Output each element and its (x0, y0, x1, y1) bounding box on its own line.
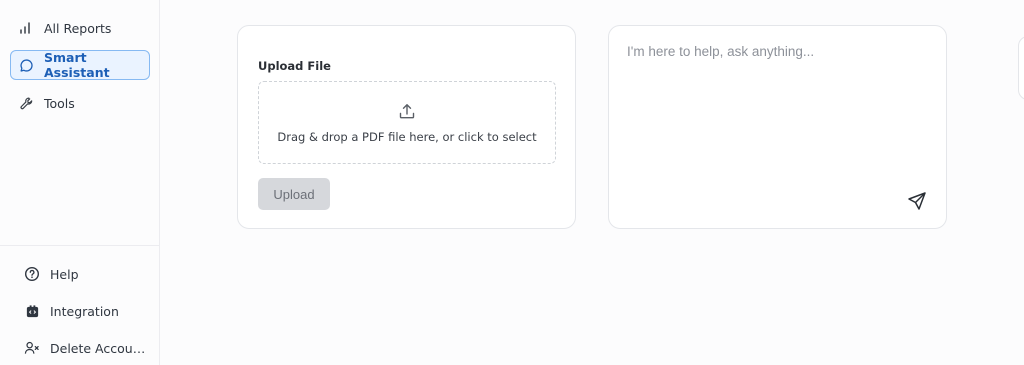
upload-icon (398, 102, 416, 124)
send-icon (907, 191, 927, 215)
sidebar-item-help[interactable]: Help (16, 259, 156, 289)
sidebar-item-label: Smart Assistant (44, 50, 110, 80)
file-dropzone[interactable]: Drag & drop a PDF file here, or click to… (258, 81, 556, 164)
app-root: All Reports Smart Assistant Tools Help I… (0, 0, 1024, 365)
chat-card (608, 25, 947, 229)
sidebar-item-smart-assistant[interactable]: Smart Assistant (10, 50, 150, 80)
sidebar-item-tools[interactable]: Tools (10, 88, 150, 118)
upload-card: Upload File Drag & drop a PDF file here,… (237, 25, 576, 229)
upload-button[interactable]: Upload (258, 178, 330, 210)
side-panel-handle[interactable] (1018, 36, 1024, 100)
sidebar-item-label: Delete Accou… (50, 340, 146, 356)
sidebar-item-label: Help (50, 266, 79, 282)
sidebar-item-delete-account[interactable]: Delete Accou… (16, 333, 156, 363)
integration-icon (24, 303, 40, 319)
dropzone-text: Drag & drop a PDF file here, or click to… (277, 129, 537, 144)
user-remove-icon (24, 340, 40, 356)
sidebar-item-label: All Reports (44, 20, 112, 36)
sidebar-item-integration[interactable]: Integration (16, 296, 156, 326)
sidebar-divider (0, 245, 159, 246)
chat-bubble-icon (19, 57, 34, 73)
sidebar-item-label: Tools (44, 95, 75, 111)
sidebar-item-label: Integration (50, 303, 119, 319)
wrench-icon (18, 95, 34, 111)
send-button[interactable] (906, 192, 928, 214)
bar-chart-icon (18, 20, 34, 36)
upload-title: Upload File (258, 59, 331, 73)
help-circle-icon (24, 266, 40, 282)
sidebar-item-all-reports[interactable]: All Reports (10, 13, 150, 43)
sidebar: All Reports Smart Assistant Tools Help I… (0, 0, 160, 365)
chat-input[interactable] (627, 44, 927, 184)
